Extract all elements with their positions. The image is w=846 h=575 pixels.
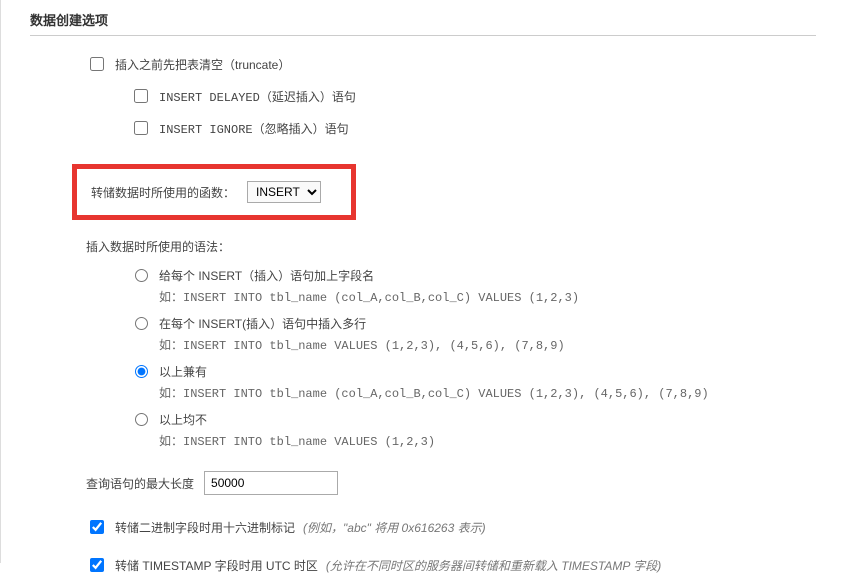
insert-delayed-row: INSERT DELAYED（延迟插入）语句: [130, 86, 846, 106]
syntax-neither-label: 以上均不: [159, 411, 435, 428]
utc-timestamp-note: (允许在不同时区的服务器间转储和重新载入 TIMESTAMP 字段): [326, 557, 661, 574]
dump-function-select[interactable]: INSERT: [247, 181, 321, 203]
insert-ignore-checkbox[interactable]: [134, 121, 148, 135]
max-query-length-input[interactable]: [204, 471, 338, 495]
insert-syntax-label: 插入数据时所使用的语法：: [86, 238, 846, 255]
export-data-options-panel: 数据创建选项 插入之前先把表清空（truncate） INSERT DELAYE…: [0, 0, 846, 563]
syntax-multirow-sublabel: 如：INSERT INTO tbl_name VALUES (1,2,3), (…: [159, 336, 565, 353]
syntax-radio-multirow[interactable]: [135, 317, 148, 330]
truncate-checkbox[interactable]: [90, 57, 104, 71]
syntax-radio-both[interactable]: [135, 365, 148, 378]
syntax-both-label: 以上兼有: [159, 363, 709, 380]
syntax-multirow-label: 在每个 INSERT(插入）语句中插入多行: [159, 315, 565, 332]
insert-delayed-checkbox[interactable]: [134, 89, 148, 103]
utc-timestamp-row: 转储 TIMESTAMP 字段时用 UTC 时区 (允许在不同时区的服务器间转储…: [86, 555, 846, 575]
hex-binary-checkbox[interactable]: [90, 520, 104, 534]
utc-timestamp-label: 转储 TIMESTAMP 字段时用 UTC 时区: [115, 557, 318, 574]
max-query-length-row: 查询语句的最大长度: [86, 471, 846, 495]
truncate-row: 插入之前先把表清空（truncate）: [86, 54, 846, 74]
hex-binary-row: 转储二进制字段时用十六进制标记 (例如，"abc" 将用 0x616263 表示…: [86, 517, 846, 537]
syntax-neither-sublabel: 如：INSERT INTO tbl_name VALUES (1,2,3): [159, 432, 435, 449]
hex-binary-note: (例如，"abc" 将用 0x616263 表示): [303, 519, 486, 536]
insert-ignore-row: INSERT IGNORE（忽略插入）语句: [130, 118, 846, 138]
insert-ignore-label: INSERT IGNORE（忽略插入）语句: [159, 120, 349, 137]
syntax-option-columns: 给每个 INSERT（插入）语句加上字段名 如：INSERT INTO tbl_…: [130, 267, 846, 305]
truncate-label: 插入之前先把表清空（truncate）: [115, 56, 290, 73]
dump-function-label: 转储数据时所使用的函数：: [91, 184, 235, 201]
utc-timestamp-checkbox[interactable]: [90, 558, 104, 572]
max-query-length-label: 查询语句的最大长度: [86, 475, 194, 492]
syntax-option-both: 以上兼有 如：INSERT INTO tbl_name (col_A,col_B…: [130, 363, 846, 401]
syntax-radio-neither[interactable]: [135, 413, 148, 426]
syntax-both-sublabel: 如：INSERT INTO tbl_name (col_A,col_B,col_…: [159, 384, 709, 401]
syntax-columns-sublabel: 如：INSERT INTO tbl_name (col_A,col_B,col_…: [159, 288, 579, 305]
section-title: 数据创建选项: [30, 10, 816, 36]
syntax-radio-columns[interactable]: [135, 269, 148, 282]
syntax-option-neither: 以上均不 如：INSERT INTO tbl_name VALUES (1,2,…: [130, 411, 846, 449]
syntax-columns-label: 给每个 INSERT（插入）语句加上字段名: [159, 267, 579, 284]
dump-function-highlight: 转储数据时所使用的函数： INSERT: [72, 164, 356, 220]
insert-delayed-label: INSERT DELAYED（延迟插入）语句: [159, 88, 356, 105]
hex-binary-label: 转储二进制字段时用十六进制标记: [115, 519, 295, 536]
syntax-option-multirow: 在每个 INSERT(插入）语句中插入多行 如：INSERT INTO tbl_…: [130, 315, 846, 353]
